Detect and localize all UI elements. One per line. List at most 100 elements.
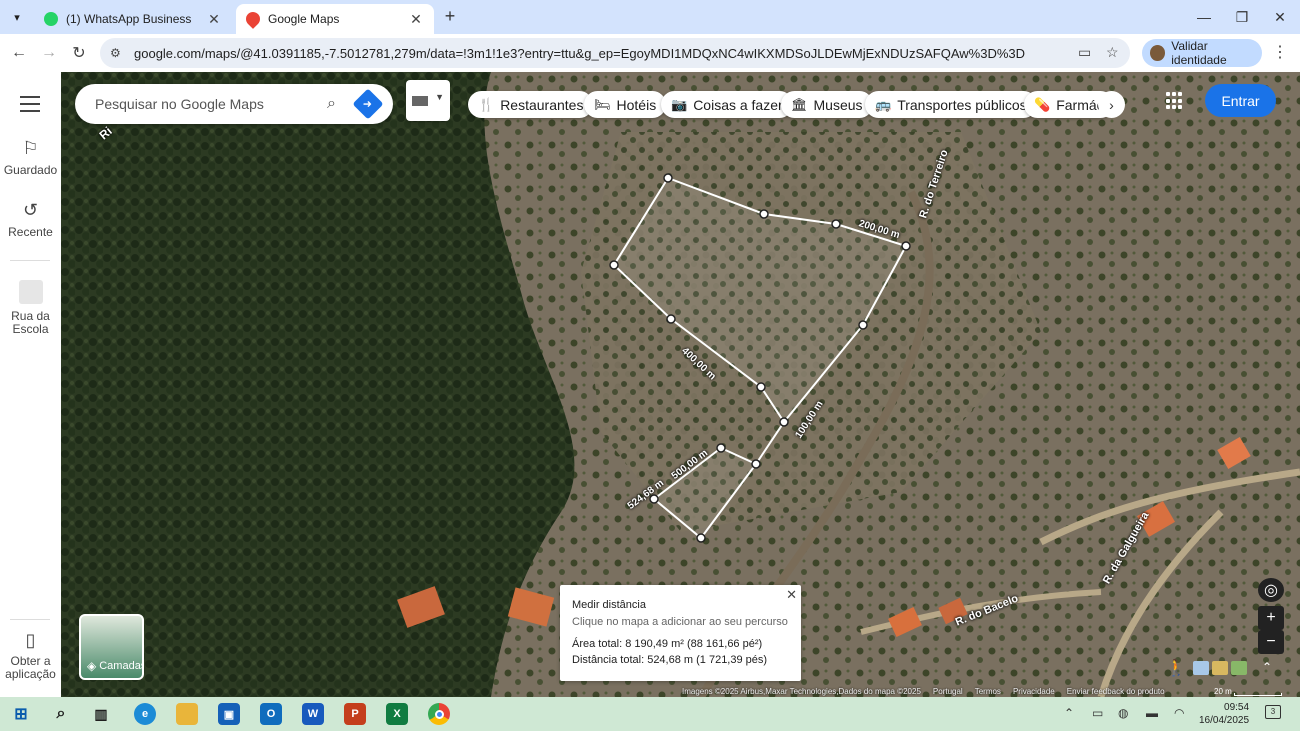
chip-museums[interactable]: 🏛 Museus <box>781 91 873 118</box>
chip-label: Hotéis <box>616 96 657 113</box>
store-icon[interactable]: ▣ <box>218 703 240 725</box>
screen: ▾ (1) WhatsApp Business ✕ Google Maps ✕ … <box>0 0 1300 731</box>
forward-icon[interactable]: → <box>38 42 60 64</box>
chip-transit[interactable]: 🚌 Transportes públicos <box>865 91 1037 118</box>
close-tab-icon[interactable]: ✕ <box>408 11 424 28</box>
measure-area: Área total: 8 190,49 m² (88 161,66 pé²) <box>572 638 763 650</box>
close-icon[interactable]: ✕ <box>786 587 797 603</box>
chrome-icon[interactable] <box>428 703 450 725</box>
measure-subtitle: Clique no mapa a adicionar ao seu percur… <box>572 616 788 628</box>
close-window-button[interactable]: ✕ <box>1260 4 1300 30</box>
layers-button[interactable]: ◈ Camadas <box>79 614 144 680</box>
layers-label: Camadas <box>99 660 144 672</box>
word-icon[interactable]: W <box>302 703 324 725</box>
clock[interactable]: 09:54 16/04/2025 <box>1199 701 1249 727</box>
country-link[interactable]: Portugal <box>933 687 963 696</box>
url-text: google.com/maps/@41.0391185,-7.5012781,2… <box>134 45 1026 61</box>
device-icon[interactable]: ▭ <box>1092 706 1103 720</box>
excel-icon[interactable]: X <box>386 703 408 725</box>
edge-icon[interactable]: e <box>134 703 156 725</box>
reload-icon[interactable]: ↻ <box>68 42 90 64</box>
tray-overflow-icon[interactable]: ⌃ <box>1064 706 1074 720</box>
rail-recent-label: Recente <box>8 225 53 239</box>
wifi-icon[interactable]: ◠ <box>1174 706 1184 720</box>
tab-search-icon[interactable]: ▾ <box>6 6 28 28</box>
chips-next-button[interactable]: › <box>1098 91 1125 118</box>
map-type-toggle[interactable]: ▼ <box>406 80 450 121</box>
maps-pin-icon <box>243 9 263 29</box>
pegman-icon[interactable]: 🚶 <box>1166 658 1186 680</box>
google-apps-icon[interactable] <box>1166 92 1184 110</box>
chip-restaurants[interactable]: 🍴 Restaurantes <box>468 91 594 118</box>
place-thumbnail-icon <box>18 280 43 304</box>
file-explorer-icon[interactable] <box>176 703 198 725</box>
directions-icon[interactable]: ➜ <box>352 88 384 120</box>
privacy-link[interactable]: Privacidade <box>1013 687 1055 696</box>
notifications-icon[interactable]: 3 <box>1265 705 1281 719</box>
install-app-icon[interactable]: ▭ <box>1078 44 1091 61</box>
close-tab-icon[interactable]: ✕ <box>206 11 222 28</box>
notification-count: 3 <box>1270 707 1276 716</box>
transit-layer-icon[interactable] <box>1193 661 1209 675</box>
tab-google-maps[interactable]: Google Maps ✕ <box>236 4 434 34</box>
browser-toolbar: ← → ↻ ⚙ google.com/maps/@41.0391185,-7.5… <box>0 34 1300 72</box>
my-location-icon[interactable]: ◎ <box>1258 578 1284 602</box>
bookmark-star-icon[interactable]: ☆ <box>1106 44 1119 61</box>
address-bar[interactable]: ⚙ google.com/maps/@41.0391185,-7.5012781… <box>100 38 1130 68</box>
bookmark-icon: ⚐ <box>22 138 39 158</box>
maximize-button[interactable]: ❐ <box>1222 4 1262 30</box>
chip-hotels[interactable]: 🛏 Hotéis <box>584 91 667 118</box>
minimize-button[interactable]: — <box>1184 4 1224 30</box>
new-tab-button[interactable]: + <box>440 6 460 27</box>
chip-things-to-do[interactable]: 📷 Coisas a fazer <box>661 91 793 118</box>
tab-strip: ▾ (1) WhatsApp Business ✕ Google Maps ✕ … <box>0 0 1300 34</box>
layer-preview-icon <box>412 96 428 106</box>
meet-icon[interactable]: ◍ <box>1118 706 1128 720</box>
scale-label: 20 m <box>1214 687 1232 696</box>
divider <box>10 260 50 261</box>
zoom-out-button[interactable]: − <box>1258 630 1284 654</box>
menu-icon[interactable] <box>20 96 40 117</box>
scale-bar[interactable]: 20 m <box>1214 687 1282 696</box>
phone-icon: ▯ <box>25 630 36 650</box>
chip-label: Transportes públicos <box>897 96 1027 113</box>
identity-button[interactable]: Validar identidade <box>1142 39 1262 67</box>
sign-in-button[interactable]: Entrar <box>1205 84 1276 117</box>
back-icon[interactable]: ← <box>8 42 30 64</box>
rail-place[interactable]: Rua da Escola <box>0 280 61 336</box>
rail-recent[interactable]: ↺ Recente <box>0 200 61 239</box>
rail-place-label: Rua da Escola <box>11 309 50 336</box>
zoom-in-button[interactable]: + <box>1258 606 1284 630</box>
tab-whatsapp[interactable]: (1) WhatsApp Business ✕ <box>34 4 232 34</box>
map-detail-thumbnails[interactable] <box>1193 661 1247 675</box>
transit-icon: 🚌 <box>875 96 892 112</box>
traffic-layer-icon[interactable] <box>1212 661 1228 675</box>
windows-start-icon[interactable]: ⊞ <box>10 703 32 725</box>
task-view-icon[interactable]: ▥ <box>90 703 112 725</box>
search-box[interactable]: Pesquisar no Google Maps ⌕ ➜ <box>75 84 393 124</box>
feedback-link[interactable]: Enviar feedback do produto <box>1067 687 1165 696</box>
chip-label: Coisas a fazer <box>693 96 783 113</box>
expand-icon[interactable]: ⌃ <box>1262 660 1272 674</box>
side-rail: ⚐ Guardado ↺ Recente Rua da Escola ▯ Obt… <box>0 72 61 697</box>
search-icon[interactable]: ⌕ <box>50 703 72 725</box>
battery-icon[interactable]: ▬ <box>1146 706 1158 720</box>
rail-get-app[interactable]: ▯ Obter a aplicação <box>0 630 61 681</box>
museum-icon: 🏛 <box>791 96 808 112</box>
powerpoint-icon[interactable]: P <box>344 703 366 725</box>
measure-distance: Distância total: 524,68 m (1 721,39 pés) <box>572 654 768 666</box>
menu-kebab-icon[interactable]: ⋮ <box>1272 42 1288 62</box>
outlook-icon[interactable]: O <box>260 703 282 725</box>
search-input[interactable]: Pesquisar no Google Maps <box>95 96 327 112</box>
pharmacy-icon: 💊 <box>1034 96 1051 112</box>
site-info-icon[interactable]: ⚙ <box>110 46 126 60</box>
taskbar: ⊞ ⌕ ▥ e ▣ O W P X ⌃ ▭ ◍ ▬ ◠ 09:54 16/04/… <box>0 697 1300 731</box>
measure-distance-panel: ✕ Medir distância Clique no mapa a adici… <box>560 585 801 681</box>
measure-title: Medir distância <box>572 599 646 611</box>
caret-down-icon: ▼ <box>435 92 444 102</box>
chip-label: Restaurantes <box>500 96 584 113</box>
terms-link[interactable]: Termos <box>975 687 1001 696</box>
terrain-layer-icon[interactable] <box>1231 661 1247 675</box>
rail-saved[interactable]: ⚐ Guardado <box>0 138 61 177</box>
divider <box>10 619 50 620</box>
